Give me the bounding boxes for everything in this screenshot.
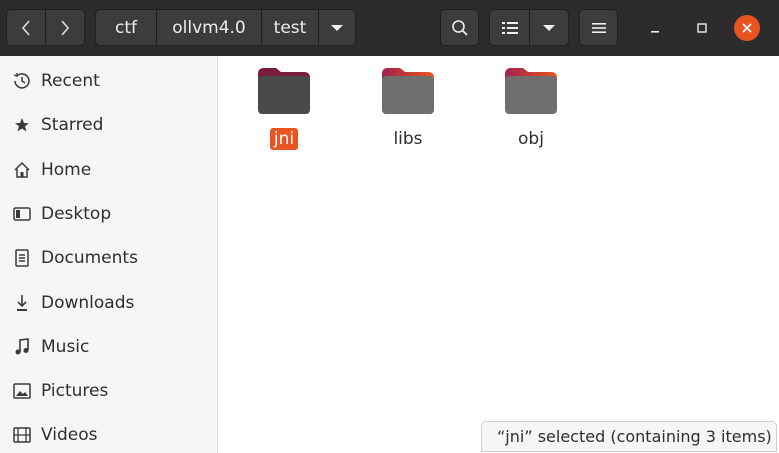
close-button[interactable]	[734, 15, 760, 41]
search-icon	[451, 19, 468, 36]
sidebar-item-pictures[interactable]: Pictures	[0, 369, 217, 413]
view-toggle-button[interactable]	[489, 9, 530, 46]
clock-icon	[12, 71, 32, 91]
file-view: jni libs obj	[218, 56, 779, 453]
breadcrumb-menu-button[interactable]	[318, 9, 356, 46]
back-button[interactable]	[6, 9, 46, 46]
document-icon	[12, 248, 32, 268]
status-bar: “jni” selected (containing 3 items)	[481, 421, 777, 452]
desktop-icon	[12, 204, 32, 224]
list-view-icon	[501, 21, 518, 34]
sidebar: Recent Starred Home Desktop Documents Do…	[0, 56, 218, 453]
sidebar-item-label: Documents	[41, 248, 138, 268]
header-bar: ctf ollvm4.0 test	[0, 0, 779, 57]
caret-down-icon	[331, 24, 343, 31]
folder-item-libs[interactable]: libs	[360, 66, 456, 156]
breadcrumb-ollvm[interactable]: ollvm4.0	[156, 9, 262, 46]
file-name: libs	[393, 129, 423, 149]
hamburger-menu-icon	[591, 22, 606, 33]
sidebar-item-label: Downloads	[41, 293, 135, 313]
download-icon	[12, 293, 32, 313]
sidebar-item-downloads[interactable]: Downloads	[0, 281, 217, 325]
breadcrumb-test[interactable]: test	[261, 9, 319, 46]
minimize-icon	[651, 31, 659, 33]
chevron-right-icon	[61, 19, 70, 36]
forward-button[interactable]	[45, 9, 85, 46]
folder-item-jni[interactable]: jni	[236, 66, 332, 156]
sidebar-item-music[interactable]: Music	[0, 325, 217, 369]
file-name: obj	[518, 129, 544, 149]
breadcrumb-ctf[interactable]: ctf	[95, 9, 157, 46]
sidebar-item-label: Music	[41, 337, 90, 357]
minimize-button[interactable]	[641, 14, 669, 42]
close-icon	[742, 23, 752, 33]
caret-down-icon	[543, 24, 555, 31]
scrollbar[interactable]	[775, 56, 779, 453]
file-manager-window: ctf ollvm4.0 test Recent Starred Home De…	[0, 0, 779, 453]
maximize-icon	[697, 23, 707, 33]
sidebar-item-home[interactable]: Home	[0, 148, 217, 192]
maximize-button[interactable]	[688, 14, 716, 42]
sidebar-item-starred[interactable]: Starred	[0, 103, 217, 147]
music-icon	[12, 337, 32, 357]
file-name: jni	[269, 128, 299, 150]
main-menu-button[interactable]	[579, 9, 618, 46]
folder-item-obj[interactable]: obj	[483, 66, 579, 156]
video-icon	[12, 425, 32, 445]
chevron-left-icon	[21, 19, 30, 36]
sidebar-item-label: Starred	[41, 115, 104, 135]
star-icon	[12, 115, 32, 135]
sidebar-item-recent[interactable]: Recent	[0, 59, 217, 103]
folder-icon	[505, 68, 557, 114]
sidebar-item-label: Home	[41, 160, 92, 180]
search-button[interactable]	[440, 9, 479, 46]
sidebar-item-videos[interactable]: Videos	[0, 413, 217, 453]
home-icon	[12, 160, 32, 180]
view-options-button[interactable]	[529, 9, 569, 46]
picture-icon	[12, 381, 32, 401]
folder-icon	[258, 68, 310, 114]
sidebar-item-label: Videos	[41, 425, 98, 445]
sidebar-item-label: Pictures	[41, 381, 109, 401]
sidebar-item-label: Desktop	[41, 204, 112, 224]
sidebar-item-desktop[interactable]: Desktop	[0, 192, 217, 236]
sidebar-item-documents[interactable]: Documents	[0, 236, 217, 280]
sidebar-item-label: Recent	[41, 71, 100, 91]
folder-icon	[382, 68, 434, 114]
